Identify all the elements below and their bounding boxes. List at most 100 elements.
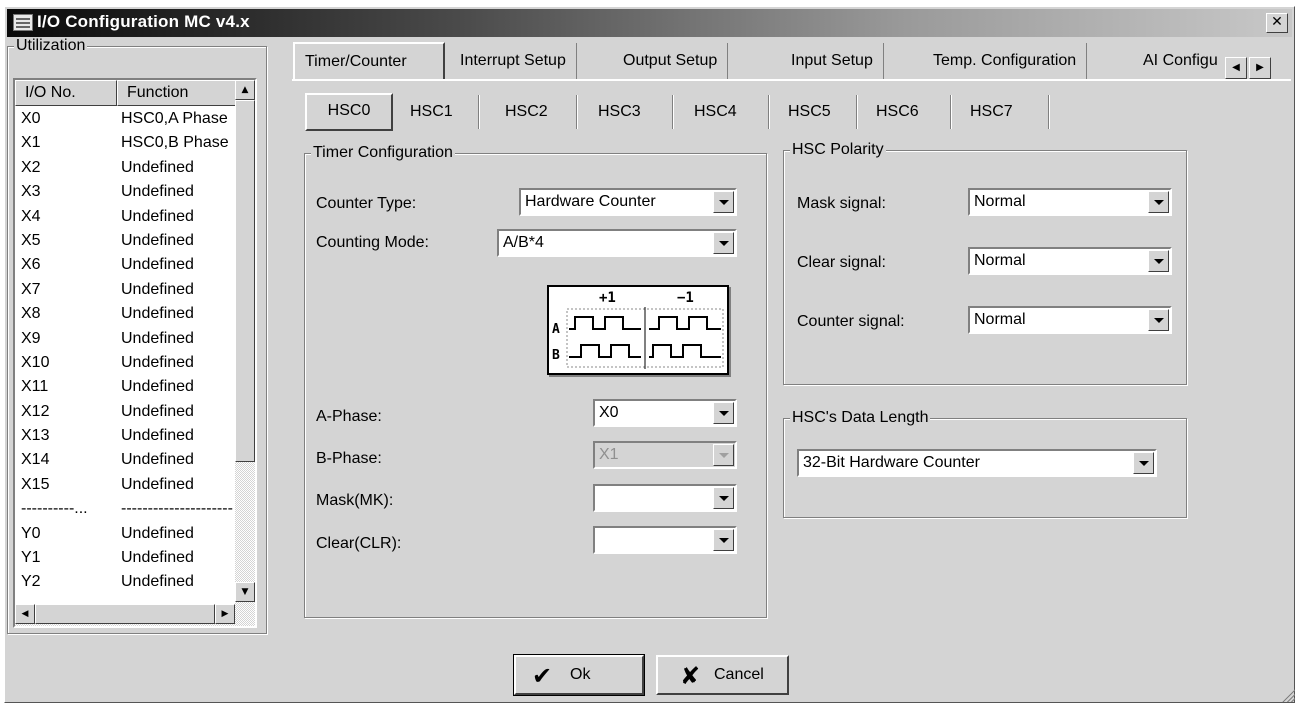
app-icon: [13, 14, 33, 31]
list-item[interactable]: X6 Undefined: [15, 253, 237, 277]
chevron-down-icon[interactable]: [713, 232, 734, 254]
a-phase-select[interactable]: X0: [593, 399, 737, 427]
data-length-select[interactable]: 32-Bit Hardware Counter: [797, 449, 1157, 477]
subtab-hsc3[interactable]: HSC3: [588, 93, 651, 131]
chevron-down-icon[interactable]: [713, 529, 734, 551]
subtab-hsc2[interactable]: HSC2: [495, 93, 558, 131]
subtab-hsc6[interactable]: HSC6: [866, 93, 929, 131]
io-number: X0: [21, 110, 41, 127]
io-function: Undefined: [121, 305, 194, 323]
list-item[interactable]: X12 Undefined: [15, 400, 237, 424]
resize-grip-icon[interactable]: [1281, 688, 1295, 702]
row-b-label: B: [552, 348, 560, 363]
chevron-down-icon[interactable]: [1133, 452, 1154, 474]
counter-signal-select[interactable]: Normal: [968, 306, 1172, 334]
list-item[interactable]: X10 Undefined: [15, 351, 237, 375]
io-function: Undefined: [121, 353, 194, 371]
io-function: Undefined: [121, 231, 194, 249]
io-number: X11: [21, 378, 49, 396]
chevron-down-icon[interactable]: [713, 191, 734, 213]
io-function: Undefined: [121, 378, 194, 396]
io-function: Undefined: [121, 207, 194, 225]
tab-timer-counter[interactable]: Timer/Counter: [293, 42, 445, 80]
subtab-hsc5[interactable]: HSC5: [778, 93, 841, 131]
mask-signal-select[interactable]: Normal: [968, 188, 1172, 216]
mask-select[interactable]: [593, 484, 737, 512]
list-item[interactable]: X9 Undefined: [15, 327, 237, 351]
counting-mode-diagram: +1 −1 A B: [547, 285, 729, 375]
hsc-polarity-title: HSC Polarity: [790, 141, 886, 159]
list-item[interactable]: Y2 Undefined: [15, 570, 237, 594]
list-item[interactable]: X7 Undefined: [15, 278, 237, 302]
utilization-list[interactable]: I/O No. Function X0 HSC0,A Phase X1 HSC0,B …: [13, 78, 257, 628]
io-function: Undefined: [121, 451, 194, 469]
chevron-down-icon[interactable]: [713, 402, 734, 424]
list-item[interactable]: X13 Undefined: [15, 424, 237, 448]
title-bar[interactable]: I/O Configuration MC v4.x ✕: [7, 9, 1292, 37]
quadrature-waveform-icon: +1 −1 A B: [552, 290, 724, 369]
counter-type-select[interactable]: Hardware Counter: [519, 188, 737, 216]
list-item[interactable]: Y1 Undefined: [15, 546, 237, 570]
tab-temp-configuration[interactable]: Temp. Configuration: [923, 43, 1088, 79]
clear-select[interactable]: [593, 526, 737, 554]
clear-signal-value: Normal: [974, 252, 1026, 269]
list-item[interactable]: Y0 Undefined: [15, 522, 237, 546]
counter-type-label: Counter Type:: [316, 195, 417, 212]
vertical-scroll-thumb[interactable]: [235, 100, 255, 462]
data-length-value: 32-Bit Hardware Counter: [803, 454, 980, 471]
horizontal-scrollbar[interactable]: ◀ ▶: [15, 604, 255, 626]
list-item[interactable]: ----------... ---------------------: [15, 497, 237, 521]
subtab-hsc1[interactable]: HSC1: [400, 93, 463, 131]
tab-scroll-right-button[interactable]: ▶: [1249, 57, 1271, 79]
list-item[interactable]: X1 HSC0,B Phase: [15, 131, 237, 155]
counting-mode-select[interactable]: A/B*4: [497, 229, 737, 257]
chevron-down-icon[interactable]: [713, 487, 734, 509]
list-item[interactable]: X5 Undefined: [15, 229, 237, 253]
a-phase-value: X0: [599, 404, 619, 421]
chevron-down-icon[interactable]: [1148, 309, 1169, 331]
io-function: Undefined: [121, 524, 194, 542]
vertical-scrollbar[interactable]: ▲ ▼: [235, 80, 255, 621]
tab-interrupt-setup[interactable]: Interrupt Setup: [450, 43, 577, 79]
io-number: X12: [21, 402, 50, 420]
scroll-left-button[interactable]: ◀: [15, 604, 35, 624]
subtab-hsc4[interactable]: HSC4: [684, 93, 747, 131]
horizontal-scroll-thumb[interactable]: [35, 604, 215, 624]
list-item[interactable]: X4 Undefined: [15, 205, 237, 229]
list-item[interactable]: X8 Undefined: [15, 302, 237, 326]
subtab-hsc0[interactable]: HSC0: [305, 93, 393, 131]
tab-scroll-left-button[interactable]: ◀: [1225, 57, 1247, 79]
io-function: Undefined: [121, 573, 194, 591]
io-number: X13: [21, 427, 50, 445]
list-item[interactable]: X2 Undefined: [15, 156, 237, 180]
scroll-up-button[interactable]: ▲: [235, 80, 255, 100]
io-function: Undefined: [121, 183, 194, 201]
io-number: Y2: [21, 573, 41, 591]
b-phase-select: X1: [593, 441, 737, 469]
io-function: Undefined: [121, 402, 194, 420]
tab-input-setup[interactable]: Input Setup: [781, 43, 884, 79]
scroll-down-button[interactable]: ▼: [235, 582, 255, 602]
column-header-io-no[interactable]: I/O No.: [15, 80, 117, 106]
close-button[interactable]: ✕: [1266, 13, 1288, 33]
subtab-hsc7[interactable]: HSC7: [960, 93, 1023, 131]
cancel-button[interactable]: ✘ Cancel: [656, 655, 789, 695]
io-number: Y0: [21, 524, 41, 542]
row-a-label: A: [552, 322, 560, 337]
list-item[interactable]: X0 HSC0,A Phase: [15, 107, 237, 131]
io-number: X8: [21, 305, 41, 323]
clear-signal-select[interactable]: Normal: [968, 247, 1172, 275]
chevron-down-icon[interactable]: [1148, 250, 1169, 272]
list-item[interactable]: X11 Undefined: [15, 375, 237, 399]
counter-signal-label: Counter signal:: [797, 313, 905, 330]
list-item[interactable]: X3 Undefined: [15, 180, 237, 204]
clear-signal-label: Clear signal:: [797, 254, 886, 271]
list-item[interactable]: X15 Undefined: [15, 473, 237, 497]
tab-output-setup[interactable]: Output Setup: [613, 43, 729, 79]
column-header-function[interactable]: Function: [117, 80, 237, 106]
chevron-down-icon[interactable]: [1148, 191, 1169, 213]
ok-button[interactable]: ✔ Ok: [513, 654, 645, 696]
list-item[interactable]: X14 Undefined: [15, 448, 237, 472]
scroll-right-button[interactable]: ▶: [215, 604, 235, 624]
arrow-left-icon: ◀: [1232, 62, 1240, 73]
